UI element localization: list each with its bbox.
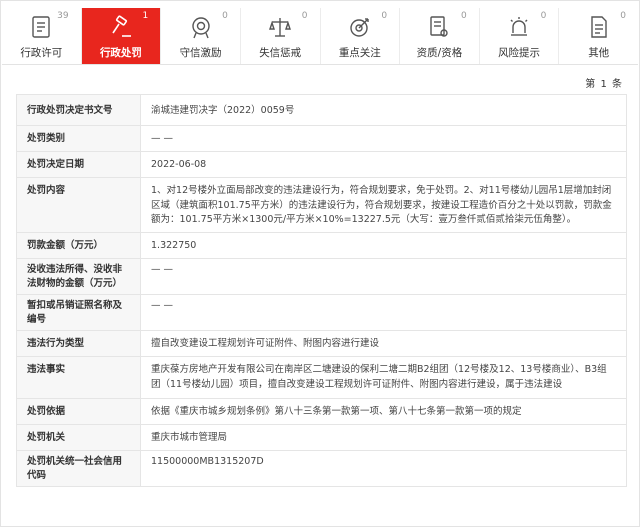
penalty-detail-table: 行政处罚决定书文号 渝城违建罚决字（2022）0059号 处罚类别 — — 处罚… xyxy=(16,94,627,487)
tab-key-attention[interactable]: 0 重点关注 xyxy=(321,8,401,64)
tab-count: 39 xyxy=(57,11,69,21)
category-tabs: 39 行政许可 1 行政处罚 0 守信激励 0 失信惩戒 0 重点关注 0 资质… xyxy=(2,8,638,65)
record-pager: 第 1 条 xyxy=(585,79,623,90)
table-row: 处罚内容 1、对12号楼外立面局部改变的违法建设行为，符合规划要求，免于处罚。2… xyxy=(16,177,627,233)
field-label: 违法行为类型 xyxy=(16,330,141,357)
field-label: 没收违法所得、没收非法财物的金额（万元） xyxy=(16,258,141,295)
field-value: 依据《重庆市城乡规划条例》第八十三条第一款第一项、第八十七条第一款第一项的规定 xyxy=(140,398,627,425)
tab-label: 重点关注 xyxy=(338,47,381,59)
document-icon xyxy=(590,16,607,38)
table-row: 暂扣或吊销证照名称及编号 — — xyxy=(16,294,627,331)
tab-count: 0 xyxy=(301,11,308,21)
field-label: 处罚决定日期 xyxy=(16,151,141,178)
field-value: 渝城违建罚决字（2022）0059号 xyxy=(140,94,627,126)
tab-label: 行政处罚 xyxy=(99,47,142,59)
table-row: 处罚类别 — — xyxy=(16,125,627,152)
target-icon xyxy=(350,18,369,37)
field-label: 处罚机关统一社会信用代码 xyxy=(16,450,141,487)
tab-count: 0 xyxy=(222,11,228,21)
scales-icon xyxy=(269,18,292,37)
tab-other[interactable]: 0 其他 xyxy=(559,8,638,64)
field-value: 1、对12号楼外立面局部改变的违法建设行为，符合规划要求，免于处罚。2、对11号… xyxy=(140,177,627,233)
tab-count: 0 xyxy=(540,11,547,21)
field-label: 暂扣或吊销证照名称及编号 xyxy=(16,294,141,331)
field-label: 处罚机关 xyxy=(16,424,141,451)
certificate-icon xyxy=(430,16,449,37)
field-value: 1.322750 xyxy=(140,232,627,259)
tab-count: 1 xyxy=(142,11,149,21)
field-value: — — xyxy=(140,294,627,331)
medal-icon xyxy=(191,17,210,39)
field-label: 处罚类别 xyxy=(16,125,141,152)
table-row: 罚款金额（万元） 1.322750 xyxy=(16,232,627,259)
table-row: 行政处罚决定书文号 渝城违建罚决字（2022）0059号 xyxy=(16,94,627,126)
field-label: 行政处罚决定书文号 xyxy=(16,94,141,126)
tab-administrative-license[interactable]: 39 行政许可 xyxy=(2,8,82,64)
tab-risk-warning[interactable]: 0 风险提示 xyxy=(480,8,560,64)
table-row: 处罚机关 重庆市城市管理局 xyxy=(16,424,627,451)
alarm-icon xyxy=(510,17,528,36)
tab-administrative-penalty[interactable]: 1 行政处罚 xyxy=(81,8,162,64)
tab-trust-incentive[interactable]: 0 守信激励 xyxy=(161,8,241,64)
field-label: 处罚依据 xyxy=(16,398,141,425)
table-row: 违法行为类型 擅自改变建设工程规划许可证附件、附图内容进行建设 xyxy=(16,330,627,357)
field-label: 罚款金额（万元） xyxy=(16,232,141,259)
tab-label: 风险提示 xyxy=(498,47,541,59)
tab-label: 守信激励 xyxy=(179,47,222,59)
field-value: 11500000MB1315207D xyxy=(140,450,627,487)
field-value: 重庆市城市管理局 xyxy=(140,424,627,451)
tab-count: 0 xyxy=(461,11,467,21)
field-value: — — xyxy=(140,258,627,295)
field-value: 2022-06-08 xyxy=(140,151,627,178)
field-value: — — xyxy=(140,125,627,152)
table-row: 处罚机关统一社会信用代码 11500000MB1315207D xyxy=(16,450,627,487)
table-row: 违法事实 重庆葆方房地产开发有限公司在南岸区二塘建设的保利二塘二期B2组团（12… xyxy=(16,356,627,399)
field-value: 擅自改变建设工程规划许可证附件、附图内容进行建设 xyxy=(140,330,627,357)
tab-label: 行政许可 xyxy=(20,47,63,59)
field-value: 重庆葆方房地产开发有限公司在南岸区二塘建设的保利二塘二期B2组团（12号楼及12… xyxy=(140,356,627,399)
document-list-icon xyxy=(32,16,51,38)
field-label: 处罚内容 xyxy=(16,177,141,233)
credit-info-panel: 39 行政许可 1 行政处罚 0 守信激励 0 失信惩戒 0 重点关注 0 资质… xyxy=(0,0,640,527)
tab-label: 失信惩戒 xyxy=(259,47,302,59)
tab-qualification[interactable]: 0 资质/资格 xyxy=(400,8,480,64)
table-row: 没收违法所得、没收非法财物的金额（万元） — — xyxy=(16,258,627,295)
tab-label: 资质/资格 xyxy=(416,47,463,59)
table-row: 处罚决定日期 2022-06-08 xyxy=(16,151,627,178)
gavel-icon xyxy=(112,15,131,37)
tab-dishonesty-punishment[interactable]: 0 失信惩戒 xyxy=(241,8,321,64)
tab-count: 0 xyxy=(381,11,388,21)
tab-label: 其他 xyxy=(588,47,610,59)
field-label: 违法事实 xyxy=(16,356,141,399)
tab-count: 0 xyxy=(620,11,626,21)
table-row: 处罚依据 依据《重庆市城乡规划条例》第八十三条第一款第一项、第八十七条第一款第一… xyxy=(16,398,627,425)
